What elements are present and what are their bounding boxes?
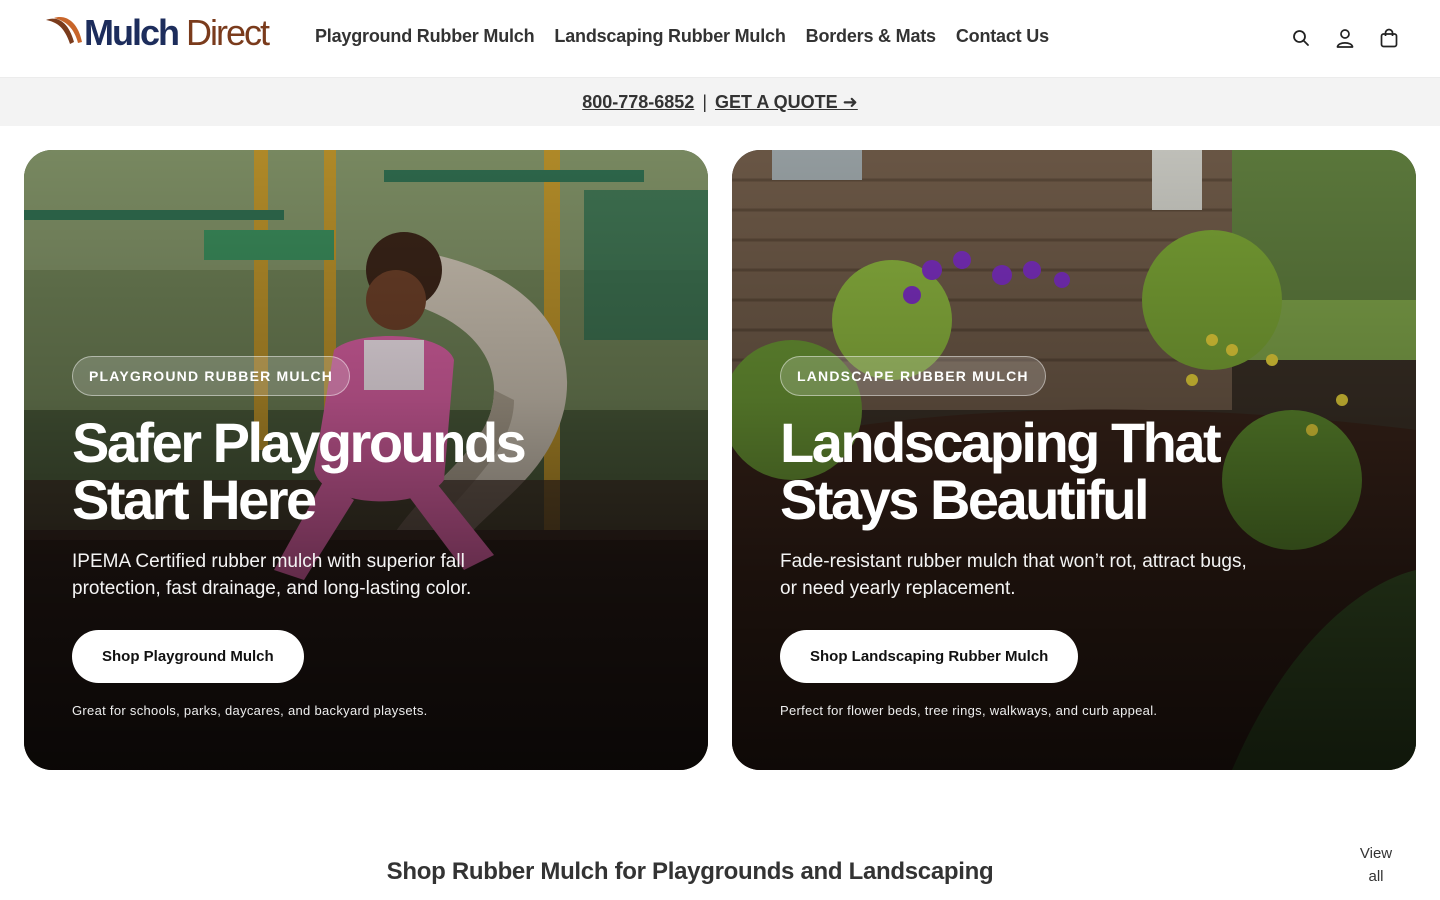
landscaping-hero-card: LANDSCAPE RUBBER MULCH Landscaping That … <box>732 150 1416 770</box>
shop-playground-mulch-button[interactable]: Shop Playground Mulch <box>72 630 304 683</box>
category-tag: LANDSCAPE RUBBER MULCH <box>780 356 1046 396</box>
brand-logo[interactable]: Mulch Direct <box>44 12 296 52</box>
hero-note: Perfect for flower beds, tree rings, wal… <box>780 703 1158 718</box>
nav-playground-rubber-mulch[interactable]: Playground Rubber Mulch <box>315 26 535 47</box>
section-title: Shop Rubber Mulch for Playgrounds and La… <box>386 858 994 885</box>
shop-landscaping-rubber-mulch-button[interactable]: Shop Landscaping Rubber Mulch <box>780 630 1079 683</box>
search-icon[interactable] <box>1290 26 1312 50</box>
main-nav: Playground Rubber Mulch Landscaping Rubb… <box>315 26 1049 47</box>
site-header: Mulch Direct Playground Rubber Mulch Lan… <box>0 0 1440 78</box>
playground-hero-content: PLAYGROUND RUBBER MULCH Safer Playground… <box>72 356 632 718</box>
get-a-quote-link[interactable]: GET A QUOTE ➜ <box>715 92 858 113</box>
nav-landscaping-rubber-mulch[interactable]: Landscaping Rubber Mulch <box>554 26 785 47</box>
view-all-link[interactable]: View all <box>1352 842 1400 888</box>
announcement-bar: 800-778-6852 | GET A QUOTE ➜ <box>0 78 1440 126</box>
phone-link[interactable]: 800-778-6852 <box>582 92 694 113</box>
logo-mark: Mulch Direct <box>46 12 272 52</box>
playground-hero-card: PLAYGROUND RUBBER MULCH Safer Playground… <box>24 150 708 770</box>
logo-text-mulch: Mulch <box>84 12 178 52</box>
hero-note: Great for schools, parks, daycares, and … <box>72 703 428 718</box>
account-icon[interactable] <box>1334 26 1356 50</box>
logo-text-direct: Direct <box>186 12 270 52</box>
nav-contact-us[interactable]: Contact Us <box>956 26 1049 47</box>
hero-subtext: Fade-resistant rubber mulch that won’t r… <box>780 551 1247 599</box>
hero-headline: Landscaping That Stays Beautiful <box>780 411 1222 531</box>
hero-headline: Safer Playgrounds Start Here <box>72 411 527 531</box>
header-actions <box>1290 26 1400 50</box>
announcement-separator: | <box>702 91 708 112</box>
cart-icon[interactable] <box>1378 26 1400 50</box>
nav-borders-mats[interactable]: Borders & Mats <box>806 26 936 47</box>
hero-subtext: IPEMA Certified rubber mulch with superi… <box>72 551 472 599</box>
landscaping-hero-content: LANDSCAPE RUBBER MULCH Landscaping That … <box>780 356 1340 718</box>
category-tag: PLAYGROUND RUBBER MULCH <box>72 356 351 396</box>
